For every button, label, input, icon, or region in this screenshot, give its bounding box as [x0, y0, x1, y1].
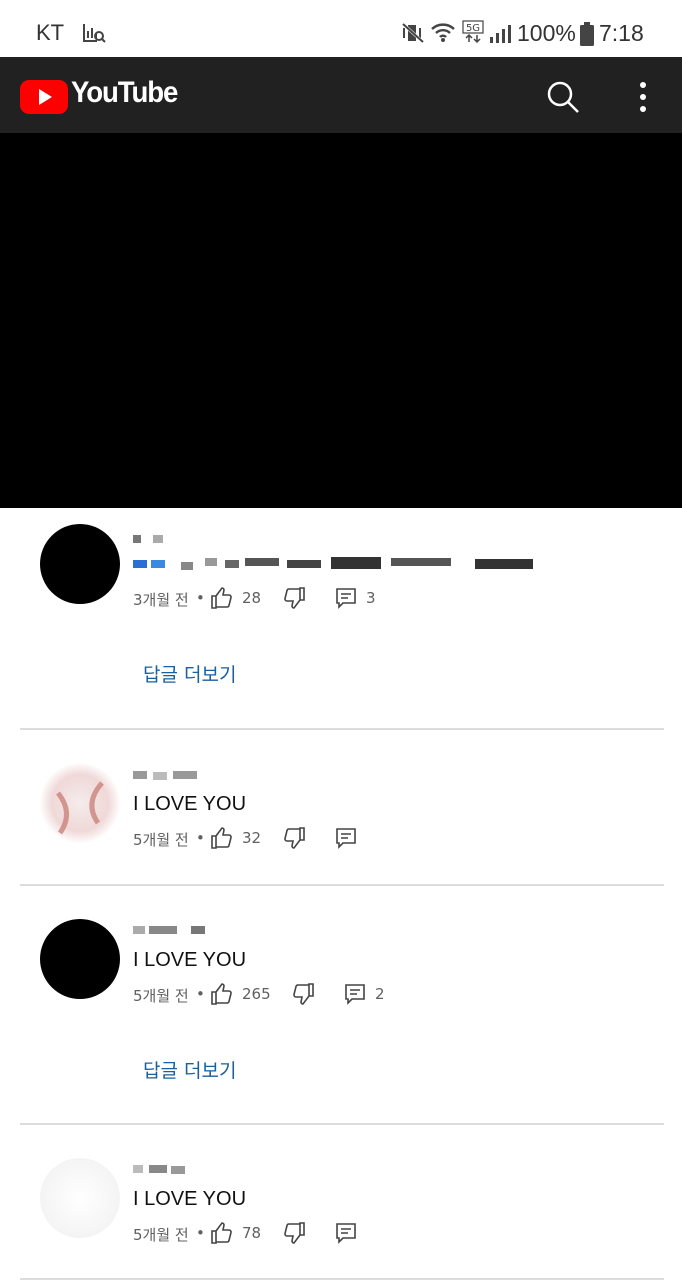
carrier-label: KT [36, 20, 65, 45]
comment-text: I LOVE YOU [133, 793, 247, 815]
comment-meta: 3개월 전 • 28 3 [133, 586, 433, 610]
comment-meta: 5개월 전 • 78 [133, 1221, 433, 1245]
comment-time: 3개월 전 [133, 591, 189, 609]
wifi-icon [430, 20, 456, 48]
comment-meta: 5개월 전 • 32 [133, 826, 433, 850]
more-replies-link[interactable]: 답글 더보기 [143, 1056, 236, 1083]
comment-author-blurred[interactable] [133, 923, 205, 937]
comment-time: 5개월 전 [133, 1226, 189, 1244]
clock: 7:18 [599, 20, 644, 46]
thumbs-up-icon[interactable] [210, 826, 234, 854]
comment-text: I LOVE YOU [133, 949, 247, 971]
meta-dot: • [196, 829, 205, 847]
comment-author-blurred[interactable] [133, 768, 199, 782]
like-count: 265 [242, 985, 271, 1003]
comment-time: 5개월 전 [133, 987, 189, 1005]
avatar[interactable] [40, 1158, 120, 1238]
more-vert-icon[interactable] [635, 80, 651, 118]
battery-icon [580, 22, 594, 50]
avatar[interactable] [40, 763, 120, 843]
avatar[interactable] [40, 524, 120, 604]
5g-icon: 5G [462, 20, 484, 48]
thumbs-down-icon[interactable] [282, 586, 306, 614]
meta-dot: • [196, 589, 205, 607]
comment-item: I LOVE YOU 5개월 전 • 32 [0, 730, 682, 885]
reply-icon[interactable] [334, 826, 358, 854]
thumbs-up-icon[interactable] [210, 982, 234, 1010]
comment-item: 3개월 전 • 28 3 답글 더보기 [0, 508, 682, 730]
thumbs-down-icon[interactable] [282, 1221, 306, 1249]
comment-text: I LOVE YOU [133, 1188, 247, 1210]
thumbs-down-icon[interactable] [291, 982, 315, 1010]
thumbs-up-icon[interactable] [210, 1221, 234, 1249]
like-count: 78 [242, 1224, 262, 1242]
comment-author-blurred[interactable] [133, 532, 173, 546]
comment-time: 5개월 전 [133, 831, 189, 849]
like-count: 32 [242, 829, 262, 847]
avatar[interactable] [40, 919, 120, 999]
reply-icon[interactable] [334, 1221, 358, 1249]
status-bar: KT 5G 100% 7:18 [0, 0, 682, 57]
signal-icon [489, 24, 511, 48]
more-replies-link[interactable]: 답글 더보기 [143, 660, 236, 687]
reply-count: 3 [366, 589, 376, 607]
video-player[interactable] [0, 133, 682, 508]
comment-item: I LOVE YOU 5개월 전 • 265 2 답글 더보기 [0, 886, 682, 1124]
comment-item: I LOVE YOU 5개월 전 • 78 [0, 1125, 682, 1280]
reply-icon[interactable] [334, 586, 358, 614]
thumbs-up-icon[interactable] [210, 586, 234, 614]
comment-text-blurred [133, 554, 533, 576]
reply-icon[interactable] [343, 982, 367, 1010]
vibrate-icon [401, 22, 425, 48]
search-icon[interactable] [545, 79, 581, 119]
comment-author-blurred[interactable] [133, 1162, 187, 1176]
svg-text:5G: 5G [466, 23, 480, 34]
comment-meta: 5개월 전 • 265 2 [133, 982, 433, 1006]
reply-count: 2 [375, 985, 385, 1003]
meta-dot: • [196, 985, 205, 1003]
data-monitor-icon [82, 22, 106, 48]
battery-percent: 100% [517, 20, 576, 46]
youtube-logo-icon[interactable] [20, 80, 68, 118]
like-count: 28 [242, 589, 262, 607]
app-title: YouTube [71, 76, 178, 109]
thumbs-down-icon[interactable] [282, 826, 306, 854]
meta-dot: • [196, 1224, 205, 1242]
